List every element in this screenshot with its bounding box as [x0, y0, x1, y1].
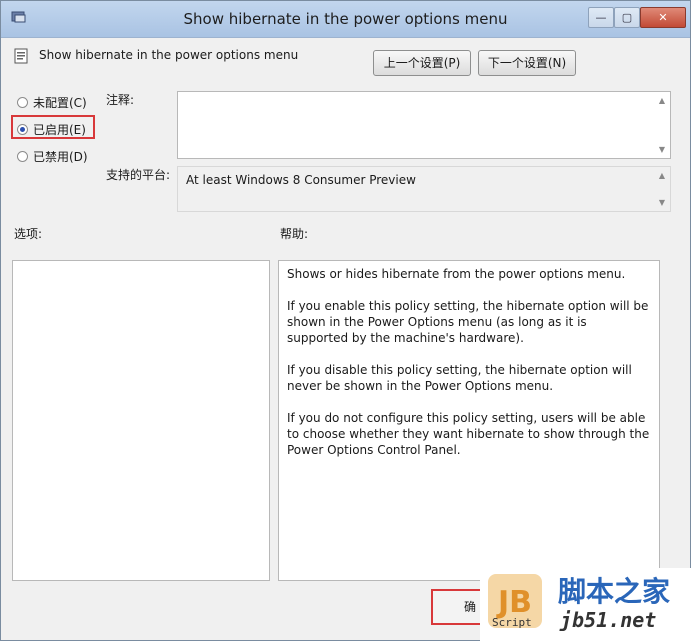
radio-label: 未配置(C): [33, 95, 87, 110]
scroll-down-icon[interactable]: ▼: [657, 145, 667, 154]
options-label: 选项:: [14, 227, 43, 241]
watermark-script-text: Script: [492, 616, 532, 629]
setting-name: Show hibernate in the power options menu: [39, 48, 299, 62]
setting-page-icon: [14, 48, 28, 64]
help-text: Shows or hides hibernate from the power …: [279, 261, 659, 479]
radio-disabled[interactable]: 已禁用(D): [17, 148, 88, 164]
radio-button[interactable]: [17, 96, 28, 108]
enabled-highlight-box: [11, 115, 95, 139]
watermark-site-url: jb51.net: [560, 608, 657, 632]
radio-label: 已禁用(D): [33, 149, 88, 164]
comment-textarea[interactable]: ▲ ▼: [177, 91, 671, 159]
help-paragraph: If you do not configure this policy sett…: [287, 411, 650, 457]
watermark-site-name: 脚本之家: [558, 575, 671, 608]
help-panel: Shows or hides hibernate from the power …: [278, 260, 660, 581]
supported-on-value: At least Windows 8 Consumer Preview: [186, 173, 416, 187]
scroll-up-icon[interactable]: ▲: [657, 171, 667, 180]
help-paragraph: If you disable this policy setting, the …: [287, 363, 632, 393]
help-paragraph: Shows or hides hibernate from the power …: [287, 267, 626, 281]
previous-setting-button[interactable]: 上一个设置(P): [373, 50, 471, 76]
next-setting-button[interactable]: 下一个设置(N): [478, 50, 576, 76]
close-button[interactable]: ✕: [640, 7, 686, 28]
minimize-button[interactable]: —: [588, 7, 614, 28]
logo-letters: JB: [496, 585, 532, 620]
supported-on-field: At least Windows 8 Consumer Preview ▲ ▼: [177, 166, 671, 212]
comment-label: 注释:: [106, 93, 135, 107]
policy-setting-dialog: Show hibernate in the power options menu…: [0, 0, 691, 641]
radio-not-configured[interactable]: 未配置(C): [17, 94, 87, 110]
supported-on-label: 支持的平台:: [106, 168, 171, 182]
radio-button[interactable]: [17, 150, 28, 162]
scroll-up-icon[interactable]: ▲: [657, 96, 667, 105]
site-watermark: JB Script 脚本之家 jb51.net: [480, 568, 691, 641]
help-label: 帮助:: [280, 227, 309, 241]
maximize-button[interactable]: ▢: [614, 7, 640, 28]
title-bar[interactable]: Show hibernate in the power options menu…: [1, 1, 690, 38]
options-panel: [12, 260, 270, 581]
help-paragraph: If you enable this policy setting, the h…: [287, 299, 649, 345]
window-title: Show hibernate in the power options menu: [183, 10, 508, 28]
scroll-down-icon[interactable]: ▼: [657, 198, 667, 207]
